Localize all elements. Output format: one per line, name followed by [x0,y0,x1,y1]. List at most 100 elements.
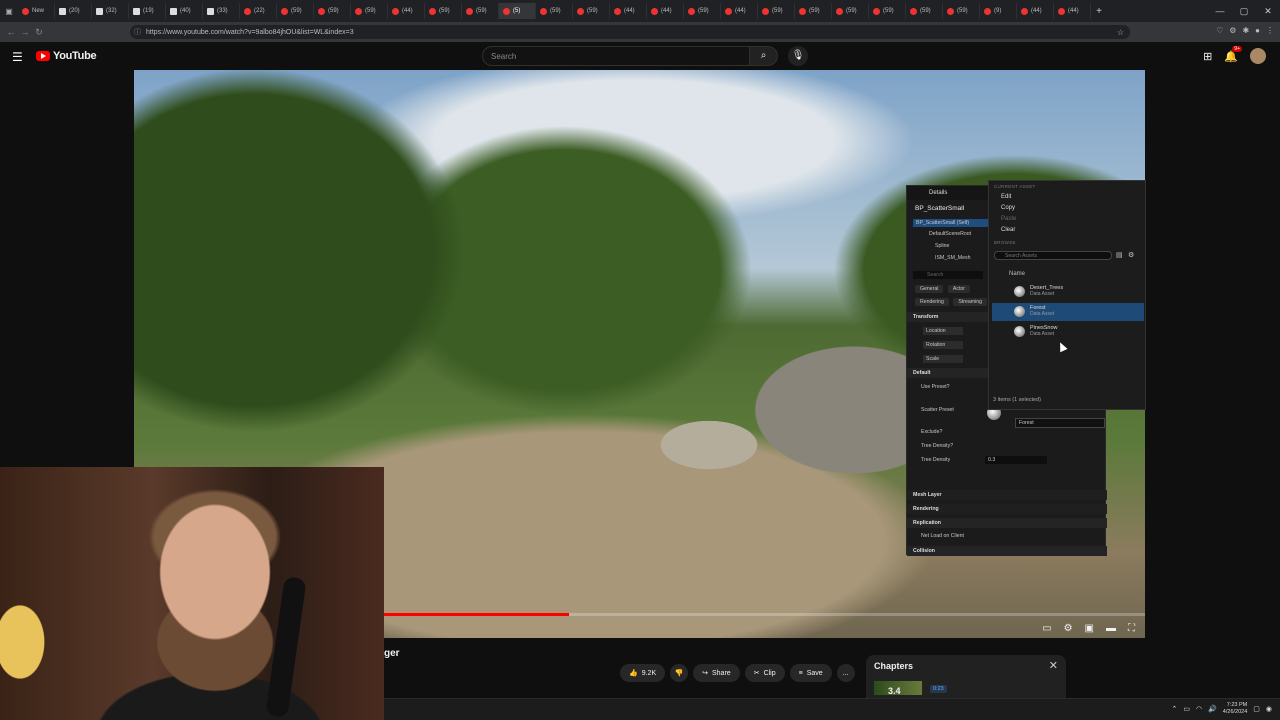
close-icon[interactable]: ✕ [1049,659,1058,672]
browser-tab[interactable]: (20) [55,3,92,19]
rotation-dropdown[interactable]: Rotation [923,341,963,349]
minimize-icon[interactable]: — [1208,6,1232,16]
scale-dropdown[interactable]: Scale [923,355,963,363]
maximize-icon[interactable]: ▢ [1232,6,1256,17]
url-field[interactable]: ⓘ https://www.youtube.com/watch?v=9albo8… [130,25,1130,39]
browser-tab[interactable]: (59) [795,3,832,19]
clock[interactable]: 7:23 PM 4/26/2024 [1223,702,1247,716]
tree-item-root[interactable]: DefaultSceneRoot [929,231,971,237]
filter-tab-rendering[interactable]: Rendering [915,298,949,306]
browser-tab[interactable]: (59) [869,3,906,19]
tab-actions-icon[interactable]: ▣ [0,7,18,16]
browser-tab[interactable]: (59) [943,3,980,19]
share-button[interactable]: ↪ Share [693,664,740,682]
browser-tab[interactable]: (32) [92,3,129,19]
details-search-input[interactable]: Search [913,271,983,279]
browser-tab[interactable]: (59) [277,3,314,19]
profile-icon[interactable]: ● [1255,26,1260,35]
browser-tab[interactable]: (59) [906,3,943,19]
new-tab-icon[interactable]: + [1091,6,1107,17]
browser-tab[interactable]: (5) [499,3,536,19]
browser-menu-icon[interactable]: ⋮ [1266,26,1274,35]
scatter-preset-dropdown[interactable]: Forest [1015,418,1105,428]
tree-item-ism[interactable]: ISM_SM_Mesh [935,255,970,261]
browser-tab[interactable]: (44) [388,3,425,19]
search-input[interactable]: Search [482,46,750,66]
search-button[interactable]: ⌕ [750,46,778,66]
browser-tab[interactable]: (59) [758,3,795,19]
create-video-icon[interactable]: ⊞ [1203,50,1212,63]
hamburger-menu-icon[interactable]: ☰ [12,50,23,64]
browser-tab[interactable]: (59) [425,3,462,19]
asset-row-forest[interactable]: Forest Data Asset [992,303,1144,321]
browser-tab[interactable]: (59) [684,3,721,19]
dislike-button[interactable]: 👎 [670,664,689,682]
folder-icon[interactable]: ▤ [1116,251,1123,259]
tree-item-spline[interactable]: Spline [935,243,949,249]
browser-tab[interactable]: (9) [980,3,1017,19]
settings-icon[interactable]: ⚙ [1128,251,1134,259]
close-window-icon[interactable]: ✕ [1256,6,1280,17]
filter-tab-actor[interactable]: Actor [947,285,971,293]
filter-tab-streaming[interactable]: Streaming [953,298,988,306]
tree-density-input[interactable]: 0.3 [985,456,1047,464]
youtube-logo[interactable]: YouTube [36,50,97,62]
avatar[interactable] [1250,48,1266,64]
back-icon[interactable]: ← [4,27,18,37]
notification-center-icon[interactable]: ▢ [1253,705,1260,713]
subtitles-icon[interactable]: ▭ [1042,623,1051,634]
browser-tab[interactable]: (59) [462,3,499,19]
chapter-thumbnail[interactable]: 3.4 [874,681,922,696]
section-collision[interactable]: Collision [907,546,1107,556]
extensions-puzzle-icon[interactable]: ✱ [1242,26,1249,35]
more-actions-button[interactable]: ... [836,664,855,682]
browser-tab[interactable]: New [18,3,55,19]
network-icon[interactable]: ▭ [1183,705,1190,713]
column-header-name[interactable]: Name [1009,271,1025,277]
filter-tab-general[interactable]: General [915,285,944,293]
chevron-up-icon[interactable]: ⌃ [1171,705,1177,713]
menu-item-copy[interactable]: Copy [1001,205,1015,211]
forward-icon[interactable]: → [18,27,32,37]
bookmark-star-icon[interactable]: ☆ [1117,28,1124,37]
section-mesh-layer[interactable]: Mesh Layer [907,490,1107,500]
clip-button[interactable]: ✂ Clip [744,664,785,682]
section-replication[interactable]: Replication [907,518,1107,528]
settings-gear-icon[interactable]: ⚙ [1064,623,1073,634]
reload-icon[interactable]: ↻ [32,27,46,38]
extension-icon[interactable]: ⚙ [1229,26,1236,35]
browser-tab[interactable]: (59) [832,3,869,19]
extension-icon[interactable]: ♡ [1216,26,1223,35]
browser-tab[interactable]: (33) [203,3,240,19]
browser-tab[interactable]: (44) [647,3,684,19]
menu-item-edit[interactable]: Edit [1001,194,1011,200]
wifi-icon[interactable]: ◠ [1196,705,1202,713]
voice-search-button[interactable]: 🎙 [788,46,808,66]
section-rendering[interactable]: Rendering [907,504,1107,514]
volume-icon[interactable]: 🔊 [1208,705,1217,713]
browser-tab[interactable]: (22) [240,3,277,19]
browser-tab[interactable]: (19) [129,3,166,19]
chapter-timestamp[interactable]: 0:23 [930,685,947,693]
miniplayer-icon[interactable]: ▣ [1085,623,1094,634]
browser-tab[interactable]: (44) [1017,3,1054,19]
browser-tab[interactable]: (44) [1054,3,1091,19]
app-icon[interactable]: ◉ [1266,705,1272,713]
browser-tab[interactable]: (40) [166,3,203,19]
browser-tab[interactable]: (44) [721,3,758,19]
fullscreen-icon[interactable]: ⛶ [1128,623,1135,634]
browser-tab[interactable]: (59) [314,3,351,19]
site-info-icon[interactable]: ⓘ [134,27,141,37]
like-button[interactable]: 👍 9.2K [620,664,666,682]
asset-row-pines-snow[interactable]: PinesSnow Data Asset [992,323,1144,341]
notifications-button[interactable]: 🔔 9+ [1224,45,1242,63]
browser-tab[interactable]: (59) [351,3,388,19]
asset-row-desert-trees[interactable]: Desert_Trees Data Asset [992,283,1144,301]
asset-search-input[interactable]: Search Assets [994,251,1112,260]
menu-item-clear[interactable]: Clear [1001,227,1015,233]
browser-tab[interactable]: (59) [573,3,610,19]
browser-tab[interactable]: (44) [610,3,647,19]
save-button[interactable]: ≡ Save [789,664,832,682]
theater-mode-icon[interactable]: ▬ [1106,623,1116,634]
browser-tab[interactable]: (59) [536,3,573,19]
